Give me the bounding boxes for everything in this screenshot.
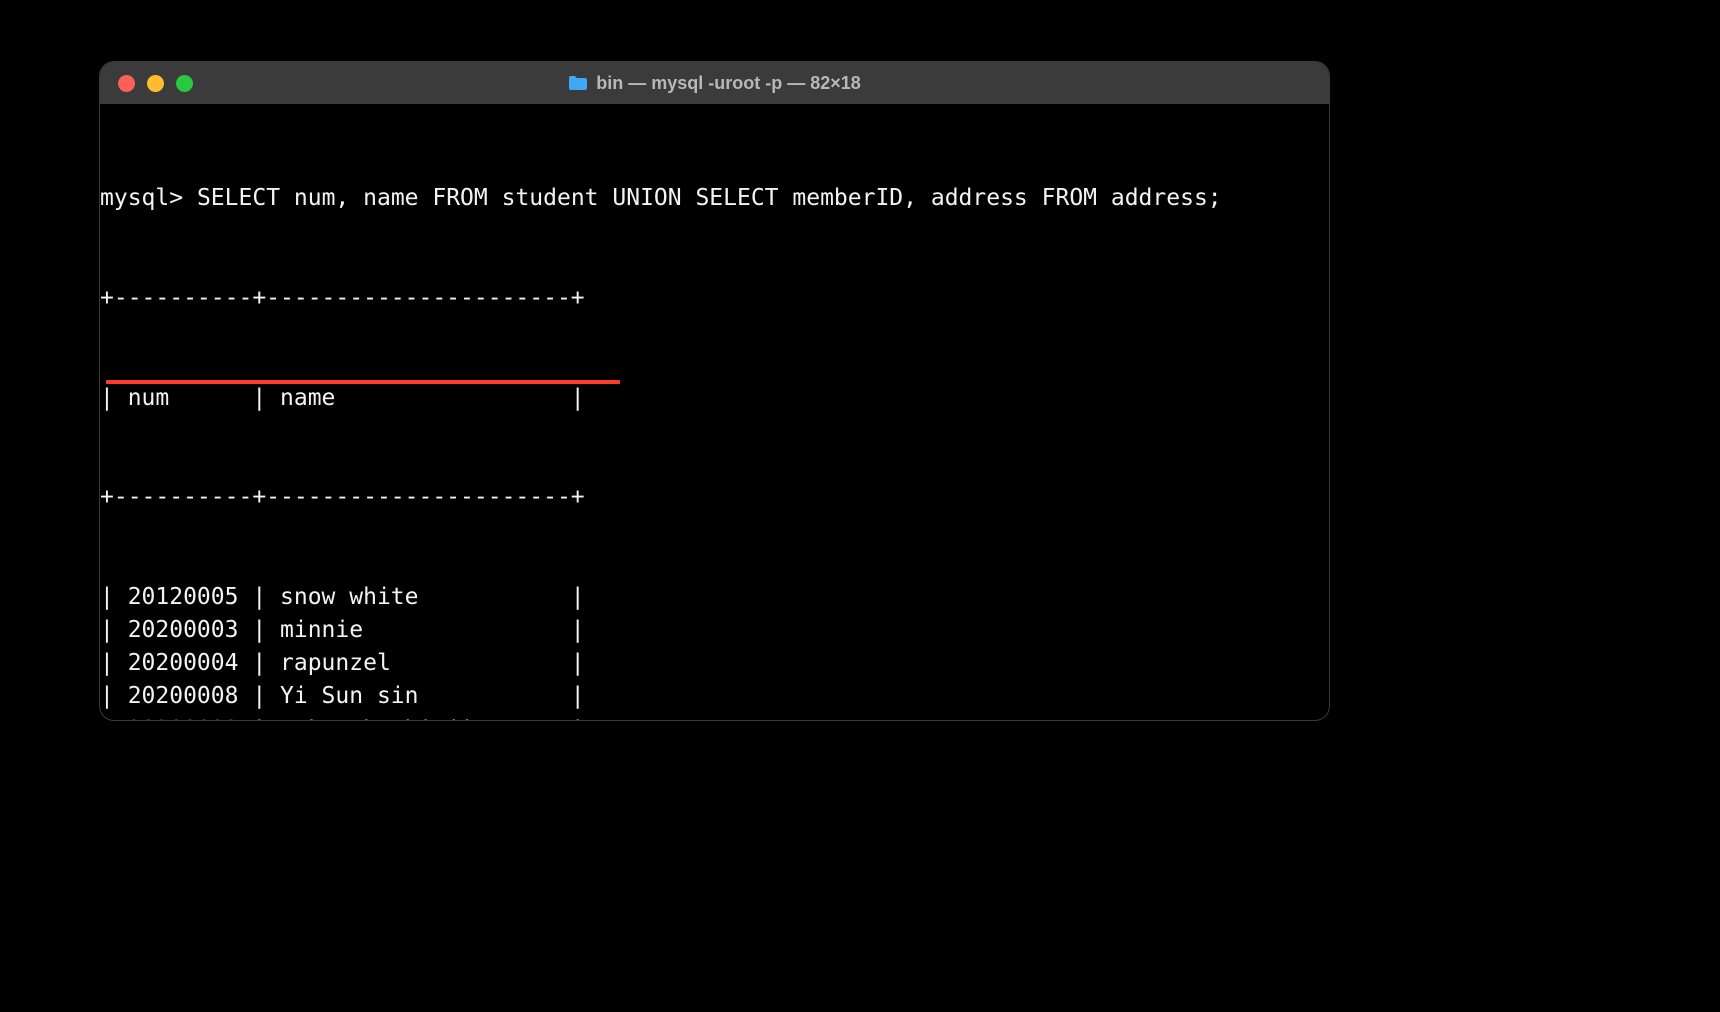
table-row: | 20200003 | Tokyo hachioji | bbox=[100, 714, 1329, 720]
titlebar: bin — mysql -uroot -p — 82×18 bbox=[100, 62, 1329, 104]
traffic-lights bbox=[100, 75, 193, 92]
terminal-window: bin — mysql -uroot -p — 82×18 mysql> SEL… bbox=[100, 62, 1329, 720]
close-button[interactable] bbox=[118, 75, 135, 92]
table-row: | 20200008 | Yi Sun sin | bbox=[100, 680, 1329, 713]
table-border-top: +----------+----------------------+ bbox=[100, 282, 1329, 315]
highlight-divider bbox=[106, 380, 620, 384]
terminal-content[interactable]: mysql> SELECT num, name FROM student UNI… bbox=[100, 104, 1329, 720]
minimize-button[interactable] bbox=[147, 75, 164, 92]
prompt: mysql> bbox=[100, 185, 183, 211]
table-header: | num | name | bbox=[100, 382, 1329, 415]
table-border-mid: +----------+----------------------+ bbox=[100, 481, 1329, 514]
window-title-text: bin — mysql -uroot -p — 82×18 bbox=[596, 73, 861, 94]
maximize-button[interactable] bbox=[176, 75, 193, 92]
table-row: | 20120005 | snow white | bbox=[100, 581, 1329, 614]
table-row: | 20200003 | minnie | bbox=[100, 614, 1329, 647]
window-title: bin — mysql -uroot -p — 82×18 bbox=[100, 73, 1329, 94]
folder-icon bbox=[568, 75, 588, 91]
sql-query: SELECT num, name FROM student UNION SELE… bbox=[197, 185, 1222, 211]
table-row: | 20200004 | rapunzel | bbox=[100, 647, 1329, 680]
